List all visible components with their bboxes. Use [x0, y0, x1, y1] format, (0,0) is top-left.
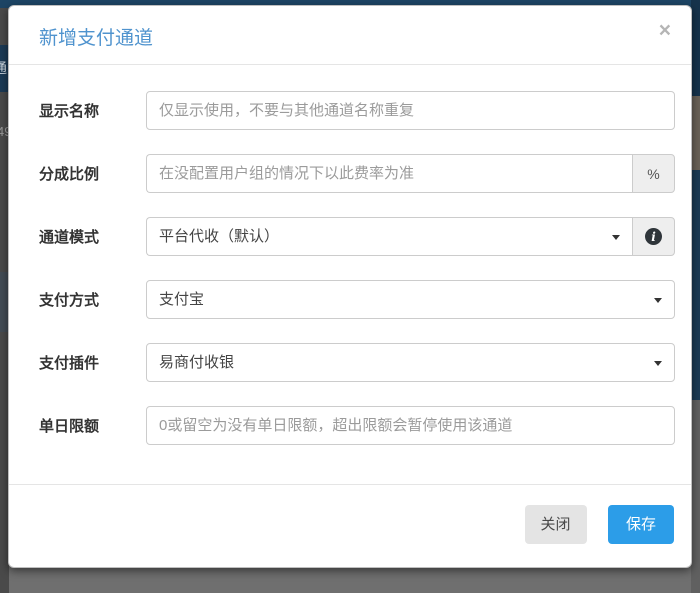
daily-limit-label: 单日限额 — [39, 415, 146, 436]
close-icon[interactable]: × — [659, 20, 671, 41]
background-page-right-top — [691, 0, 700, 96]
form-row-split-ratio: 分成比例 % — [39, 154, 675, 193]
split-ratio-wrap: % — [146, 154, 675, 193]
modal-footer: 关闭 保存 — [9, 484, 691, 568]
payment-method-label: 支付方式 — [39, 289, 146, 310]
daily-limit-input[interactable] — [146, 406, 675, 445]
background-table-block — [691, 170, 700, 400]
form-row-payment-plugin: 支付插件 易商付收银 — [39, 343, 675, 382]
channel-mode-select[interactable]: 平台代收（默认） — [146, 217, 632, 256]
display-name-label: 显示名称 — [39, 100, 146, 121]
modal-header: 新增支付通道 × — [9, 6, 691, 65]
percent-addon: % — [632, 154, 675, 193]
chevron-down-icon — [654, 361, 662, 366]
form-row-channel-mode: 通道模式 平台代收（默认） i — [39, 217, 675, 256]
payment-method-select[interactable]: 支付宝 — [146, 280, 675, 319]
split-ratio-label: 分成比例 — [39, 163, 146, 184]
channel-mode-label: 通道模式 — [39, 226, 146, 247]
channel-mode-info-addon[interactable]: i — [632, 217, 675, 256]
save-button[interactable]: 保存 — [608, 505, 674, 545]
payment-method-wrap: 支付宝 — [146, 280, 675, 319]
display-name-wrap — [146, 91, 675, 130]
display-name-input[interactable] — [146, 91, 675, 130]
channel-mode-value: 平台代收（默认） — [159, 228, 279, 245]
background-page-right-bottom — [691, 400, 700, 593]
close-button[interactable]: 关闭 — [525, 505, 587, 545]
split-ratio-input[interactable] — [146, 154, 632, 193]
payment-plugin-value: 易商付收银 — [159, 354, 234, 371]
payment-plugin-select[interactable]: 易商付收银 — [146, 343, 675, 382]
payment-method-value: 支付宝 — [159, 291, 204, 308]
add-payment-channel-modal: 新增支付通道 × 显示名称 分成比例 % 通道模式 平台代收（默认） — [8, 5, 692, 568]
info-circle-icon: i — [645, 228, 662, 245]
form-row-display-name: 显示名称 — [39, 91, 675, 130]
form-row-daily-limit: 单日限额 — [39, 406, 675, 445]
payment-plugin-label: 支付插件 — [39, 352, 146, 373]
channel-mode-wrap: 平台代收（默认） i — [146, 217, 675, 256]
chevron-down-icon — [654, 298, 662, 303]
daily-limit-wrap — [146, 406, 675, 445]
modal-body: 显示名称 分成比例 % 通道模式 平台代收（默认） i — [9, 65, 691, 484]
payment-plugin-wrap: 易商付收银 — [146, 343, 675, 382]
background-page-right-mid — [691, 96, 700, 170]
form-row-payment-method: 支付方式 支付宝 — [39, 280, 675, 319]
modal-title: 新增支付通道 — [39, 23, 669, 50]
chevron-down-icon — [612, 235, 620, 240]
